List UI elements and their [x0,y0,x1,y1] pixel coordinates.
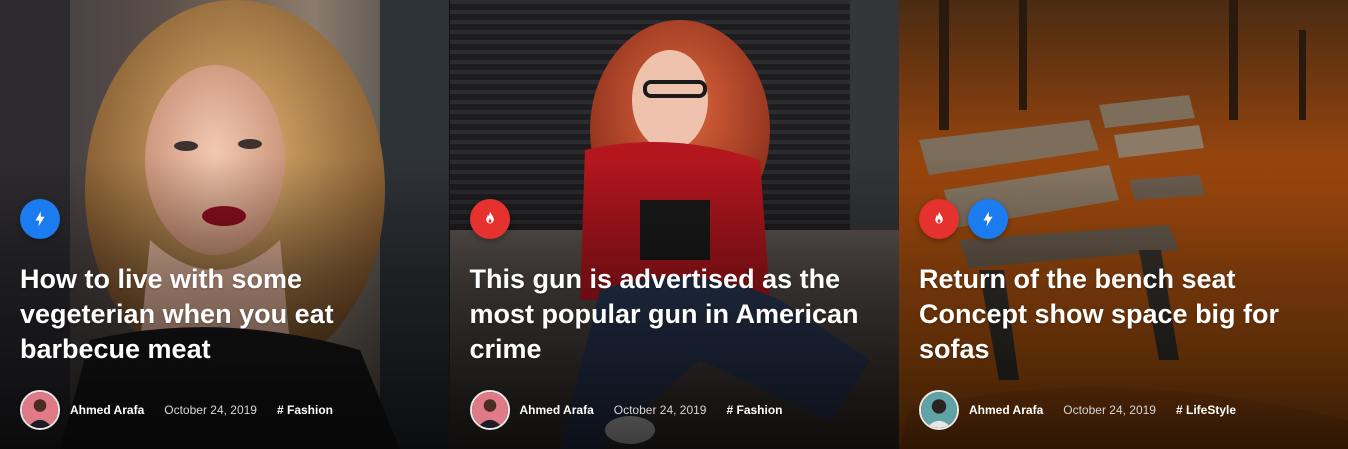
post-meta: Ahmed Arafa October 24, 2019 # LifeStyle [919,390,1328,430]
post-content: How to live with some vegeterian when yo… [20,0,429,449]
post-card[interactable]: Return of the bench seat Concept show sp… [899,0,1348,449]
flash-icon[interactable] [20,199,60,239]
post-title[interactable]: Return of the bench seat Concept show sp… [919,262,1318,367]
post-category[interactable]: # LifeStyle [1176,403,1236,417]
post-meta: Ahmed Arafa October 24, 2019 # Fashion [469,390,879,430]
author-name[interactable]: Ahmed Arafa [70,403,144,417]
post-title[interactable]: How to live with some vegeterian when yo… [20,262,419,367]
avatar[interactable] [20,390,60,430]
fire-icon[interactable] [919,199,959,239]
post-badges [20,199,60,239]
post-date: October 24, 2019 [1063,403,1156,417]
author-name[interactable]: Ahmed Arafa [969,403,1043,417]
post-badges [469,199,510,239]
post-content: This gun is advertised as the most popul… [469,0,879,449]
author-name[interactable]: Ahmed Arafa [520,403,594,417]
featured-posts-grid: How to live with some vegeterian when yo… [0,0,1348,449]
post-badges [919,199,1008,239]
post-category[interactable]: # Fashion [726,403,782,417]
post-meta: Ahmed Arafa October 24, 2019 # Fashion [20,390,429,430]
post-date: October 24, 2019 [613,403,707,417]
fire-icon[interactable] [469,199,510,239]
post-date: October 24, 2019 [164,403,257,417]
flash-icon[interactable] [968,199,1008,239]
avatar[interactable] [919,390,959,430]
post-card[interactable]: This gun is advertised as the most popul… [449,0,899,449]
post-content: Return of the bench seat Concept show sp… [919,0,1328,449]
avatar[interactable] [469,390,510,430]
post-category[interactable]: # Fashion [277,403,333,417]
post-title[interactable]: This gun is advertised as the most popul… [470,262,869,367]
post-card[interactable]: How to live with some vegeterian when yo… [0,0,449,449]
